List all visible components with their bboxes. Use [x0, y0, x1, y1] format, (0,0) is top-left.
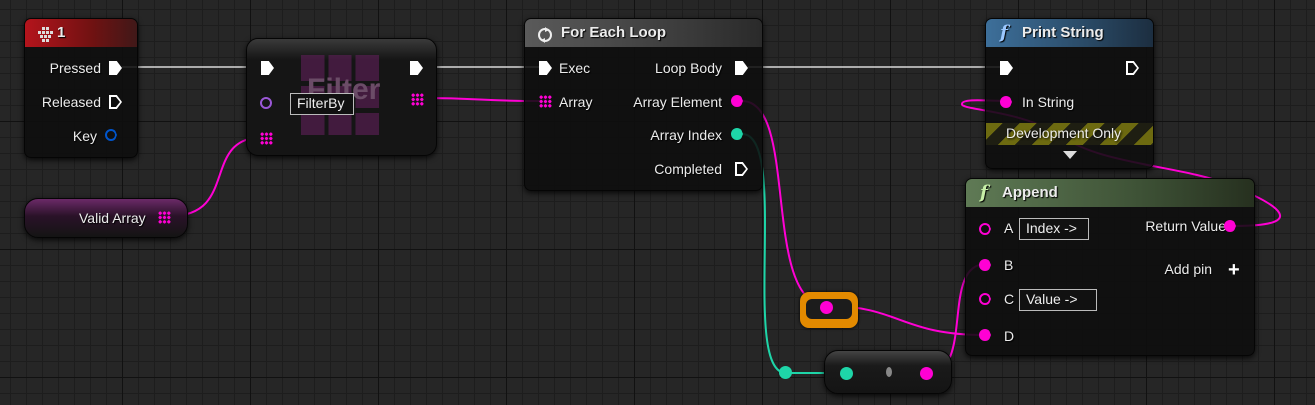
completed-exec-pin[interactable]	[735, 162, 748, 176]
development-only-text: Development Only	[1006, 125, 1122, 141]
reroute-pin[interactable]	[820, 301, 833, 314]
append-a-input[interactable]: Index ->	[1019, 218, 1089, 240]
loop-body-exec-pin[interactable]	[735, 61, 748, 75]
append-a-pin[interactable]	[979, 223, 991, 235]
loop-body-label: Loop Body	[655, 60, 722, 76]
filter-exec-in-pin[interactable]	[261, 61, 274, 75]
reroute-knot-node[interactable]	[800, 292, 858, 328]
print-exec-out-pin[interactable]	[1126, 61, 1139, 75]
add-pin-label: Add pin	[1164, 261, 1212, 277]
in-string-pin[interactable]	[1000, 96, 1012, 108]
array-index-pin[interactable]	[731, 128, 743, 140]
filter-by-input[interactable]: FilterBy	[290, 93, 354, 115]
append-b-label: B	[1004, 257, 1014, 273]
array-index-label: Array Index	[650, 127, 722, 143]
print-string-header[interactable]: f Print String	[986, 19, 1153, 47]
conversion-node[interactable]	[824, 350, 952, 394]
print-string-title: Print String	[1022, 24, 1104, 41]
array-wire-filter-to-loop[interactable]	[423, 97, 541, 102]
conversion-out-pin[interactable]	[920, 367, 933, 380]
filter-by-delegate-pin[interactable]	[260, 97, 272, 109]
development-only-banner: Development Only	[986, 123, 1153, 145]
loop-icon	[537, 25, 553, 43]
add-pin-button[interactable]: +	[1228, 260, 1240, 280]
filter-array-in-pin[interactable]	[260, 132, 273, 145]
print-exec-in-pin[interactable]	[1000, 61, 1013, 75]
for-each-loop-node[interactable]: For Each Loop Exec Loop Body Array Array…	[524, 18, 763, 191]
loop-array-in-pin[interactable]	[539, 95, 552, 108]
released-label: Released	[41, 94, 101, 110]
append-d-pin[interactable]	[979, 329, 991, 341]
key-struct-pin[interactable]	[105, 129, 117, 141]
key-event-title: 1	[57, 24, 66, 41]
filter-node[interactable]: Filter FilterBy	[246, 38, 437, 156]
exec-label: Exec	[559, 60, 591, 76]
append-a-label: A	[1004, 220, 1014, 236]
reroute-int-dot[interactable]	[779, 366, 792, 379]
append-node[interactable]: f Append A Index -> Return Value B Add p…	[965, 178, 1255, 356]
array-label: Array	[559, 94, 593, 110]
append-c-label: C	[1004, 291, 1015, 307]
released-exec-pin[interactable]	[109, 95, 122, 109]
append-c-input[interactable]: Value ->	[1019, 289, 1097, 311]
filter-exec-out-pin[interactable]	[410, 61, 423, 75]
keyboard-icon	[37, 25, 53, 42]
valid-array-label: Valid Array	[79, 210, 146, 226]
return-value-pin[interactable]	[1224, 220, 1236, 232]
for-each-loop-title: For Each Loop	[561, 24, 666, 41]
print-string-node[interactable]: f Print String In String Development Onl…	[985, 18, 1154, 169]
completed-label: Completed	[654, 161, 722, 177]
for-each-loop-header[interactable]: For Each Loop	[525, 19, 762, 47]
filter-array-out-pin[interactable]	[411, 93, 424, 106]
array-element-label: Array Element	[633, 94, 722, 110]
expand-arrow-icon[interactable]	[1063, 151, 1077, 159]
pressed-label: Pressed	[49, 60, 101, 76]
pressed-exec-pin[interactable]	[109, 61, 122, 75]
append-c-pin[interactable]	[979, 293, 991, 305]
append-header[interactable]: f Append	[966, 179, 1254, 207]
function-icon: f	[980, 182, 988, 203]
function-icon: f	[1000, 22, 1008, 43]
return-value-label: Return Value	[1145, 218, 1226, 234]
conversion-dot-icon	[886, 367, 892, 377]
append-b-pin[interactable]	[979, 259, 991, 271]
key-label: Key	[72, 128, 97, 144]
valid-array-node[interactable]: Valid Array	[24, 198, 188, 238]
in-string-label: In String	[1022, 94, 1075, 110]
valid-array-out-pin[interactable]	[158, 211, 171, 224]
array-element-pin[interactable]	[731, 95, 743, 107]
loop-exec-in-pin[interactable]	[539, 61, 552, 75]
append-title: Append	[1002, 184, 1058, 201]
conversion-in-pin[interactable]	[840, 367, 853, 380]
append-d-label: D	[1004, 328, 1015, 344]
key-event-node[interactable]: 1 Pressed Released Key	[24, 18, 138, 158]
key-event-header[interactable]: 1	[25, 19, 137, 47]
